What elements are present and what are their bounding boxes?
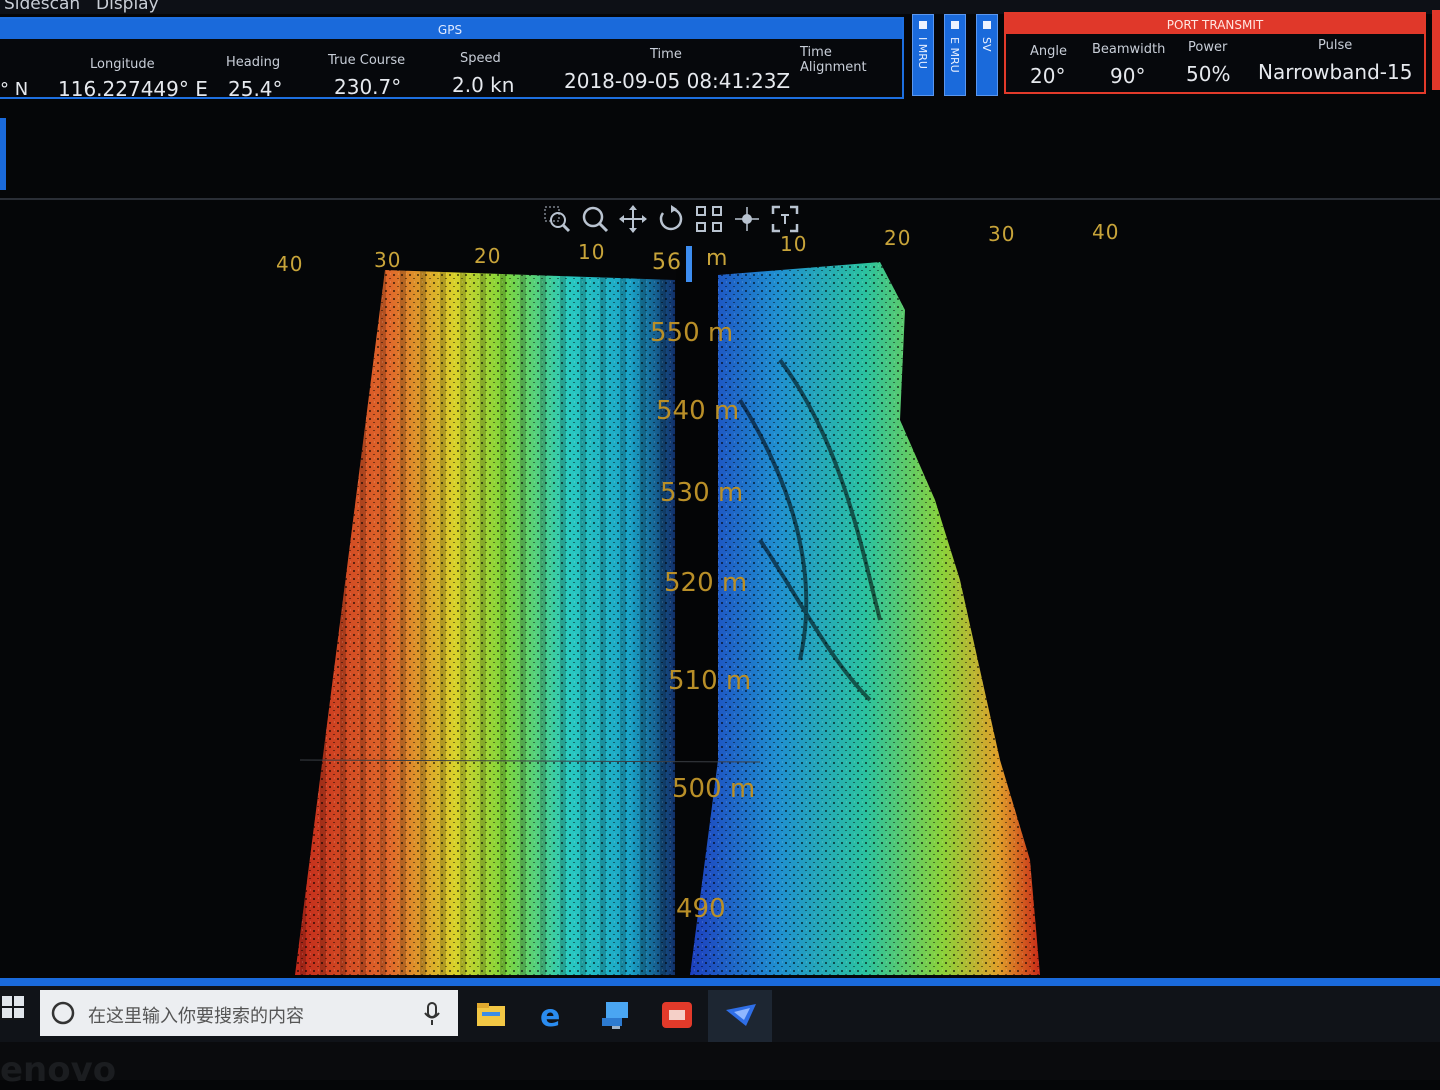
current-range-value: 56 (652, 250, 682, 275)
fit-extents-icon[interactable] (694, 204, 724, 234)
status-tab-label: E MRU (948, 37, 961, 73)
taskbar-search-box[interactable]: 在这里输入你要搜索的内容 (40, 990, 458, 1036)
status-indicator (983, 21, 991, 29)
edge-browser-icon[interactable]: e (536, 998, 570, 1034)
range-slider-handle[interactable] (686, 246, 692, 282)
angle-value: 20° (1030, 64, 1066, 88)
status-tab-i-mru[interactable]: I MRU (912, 14, 934, 96)
status-tab-label: SV (980, 37, 993, 52)
range-ring-label: 530 m (660, 478, 744, 508)
beamwidth-value: 90° (1110, 64, 1146, 88)
range-ring-label: 550 m (650, 318, 734, 348)
app-red-icon[interactable] (660, 998, 694, 1032)
x-tick-label: 10 (780, 232, 808, 256)
frame-icon[interactable] (770, 204, 800, 234)
sonar-waterfall-image (295, 262, 1040, 975)
pulse-value: Narrowband-15 (1258, 60, 1413, 84)
sonar-app-taskbar-button[interactable] (708, 990, 772, 1045)
gps-panel: GPS ° N Longitude 116.227449° E Heading … (0, 17, 904, 101)
rotate-icon[interactable] (656, 204, 686, 234)
range-ring-label: 490 (676, 894, 726, 924)
x-tick-label: 20 (474, 244, 502, 268)
gps-header: GPS (0, 19, 902, 39)
sonar-app-icon (726, 1004, 756, 1026)
divider (0, 198, 1440, 200)
file-explorer-icon[interactable] (474, 998, 508, 1032)
range-ring-label: 520 m (664, 568, 748, 598)
time-value: 2018-09-05 08:41:23Z (564, 69, 791, 93)
status-tab-e-mru[interactable]: E MRU (944, 14, 966, 96)
sidescan-view[interactable]: 40 30 20 10 10 20 30 40 56 m 550 m 540 m… (0, 220, 1440, 980)
starboard-panel-edge (1432, 10, 1440, 90)
time-label: Time (650, 47, 682, 62)
true-course-value: 230.7° (334, 75, 402, 99)
x-tick-label: 40 (276, 252, 304, 276)
time-alignment-label[interactable]: Time Alignment (800, 45, 902, 75)
port-transmit-panel: PORT TRANSMIT Angle 20° Beamwidth 90° Po… (1004, 12, 1426, 94)
x-tick-label: 20 (884, 226, 912, 250)
power-label: Power (1188, 40, 1228, 55)
pan-icon[interactable] (618, 204, 648, 234)
x-tick-label: 10 (578, 240, 606, 264)
range-ring-label: 510 m (668, 666, 752, 696)
pulse-label: Pulse (1318, 38, 1353, 53)
range-ring-label: 540 m (656, 396, 740, 426)
menu-item-display[interactable]: Display (96, 0, 159, 14)
windows-start-icon[interactable] (2, 996, 24, 1018)
speed-value: 2.0 kn (452, 73, 515, 97)
center-point-icon[interactable] (732, 204, 762, 234)
power-value: 50% (1186, 62, 1231, 86)
monitor-brand-logo: enovo (0, 1050, 117, 1090)
window-bottom-border (0, 978, 1440, 986)
current-range-unit: m (706, 246, 729, 271)
x-tick-label: 40 (1092, 220, 1120, 244)
true-course-label: True Course (328, 53, 406, 68)
svg-text:e: e (540, 999, 560, 1032)
heading-label: Heading (226, 55, 281, 70)
longitude-value: 116.227449° E (58, 77, 208, 101)
beamwidth-label: Beamwidth (1092, 42, 1166, 57)
angle-label: Angle (1030, 44, 1067, 59)
left-panel-accent (0, 118, 6, 190)
computer-icon[interactable] (598, 998, 632, 1032)
range-ring-label: 500 m (672, 774, 756, 804)
x-tick-label: 30 (374, 248, 402, 272)
x-tick-label: 30 (988, 222, 1016, 246)
status-tab-sv[interactable]: SV (976, 14, 998, 96)
zoom-region-icon[interactable] (542, 204, 572, 234)
search-circle-icon (51, 1001, 75, 1025)
status-indicator (951, 21, 959, 29)
speed-label: Speed (460, 51, 501, 66)
status-tab-label: I MRU (916, 37, 929, 69)
zoom-icon[interactable] (580, 204, 610, 234)
menu-item-sidescan[interactable]: Sidescan (4, 0, 80, 14)
status-indicator (919, 21, 927, 29)
port-transmit-header: PORT TRANSMIT (1006, 14, 1424, 34)
monitor-bezel: enovo (0, 1042, 1440, 1090)
search-placeholder: 在这里输入你要搜索的内容 (88, 1006, 304, 1027)
latitude-value: ° N (0, 79, 29, 100)
heading-value: 25.4° (228, 77, 283, 101)
longitude-label: Longitude (90, 57, 155, 72)
microphone-icon[interactable] (424, 1002, 440, 1026)
